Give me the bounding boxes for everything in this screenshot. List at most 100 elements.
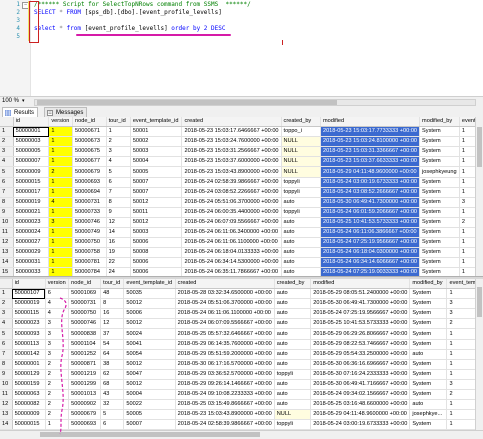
table-cell[interactable]: NULL [274,410,310,420]
table-row[interactable]: 115000002415000074914500032018-05-24 06:… [0,228,483,238]
table-cell[interactable]: System [420,187,460,197]
table-cell[interactable]: auto [281,238,320,248]
table-cell[interactable]: System [420,248,460,258]
table-cell[interactable]: 50000023 [13,217,49,227]
table-row[interactable]: 75000014235000125264500542018-05-29 05:5… [0,349,483,359]
table-cell[interactable]: 50004 [124,390,175,400]
table-cell[interactable]: 32 [101,400,124,410]
table-cell[interactable]: 2018-05-29 03:36:52.5700000 +00:00 [175,369,274,379]
table-cell[interactable]: auto [274,319,310,329]
table-cell[interactable]: 16 [101,309,124,319]
table-cell[interactable]: 50000675 [73,147,107,157]
table-cell[interactable]: 2018-05-24 06:11:06.3400000 +00:00 [182,228,281,238]
table-cell[interactable]: 4 [106,157,130,167]
table-row[interactable]: 55000009335000083837500242018-05-25 05:5… [0,329,483,339]
table-cell[interactable]: System [410,339,447,349]
table-cell[interactable]: 64 [101,349,124,359]
table-cell[interactable]: 2018-05-29 05:51:59.2000000 +00:00 [175,349,274,359]
table-cell[interactable]: 50005 [124,410,175,420]
code-line-4[interactable]: select * from [event_profile_levells] or… [34,25,226,33]
table-cell[interactable]: 1 [49,157,73,167]
table-row[interactable]: 45000002335000074612500122018-05-24 06:0… [0,319,483,329]
column-header[interactable]: created [175,279,274,289]
column-header[interactable]: id [13,117,49,127]
table-cell[interactable]: 50000005 [13,147,49,157]
row-number-header[interactable] [0,117,13,127]
table-cell[interactable]: 50000758 [73,248,107,258]
table-cell[interactable]: 2018-05-30 07:16:24.2333333 +00:00 [311,369,410,379]
table-cell[interactable]: System [410,369,447,379]
table-cell[interactable]: 7 [106,187,130,197]
table-cell[interactable]: auto [274,390,310,400]
table-cell[interactable]: 2018-05-29 09:26:14.1466667 +00:00 [175,379,274,389]
table-cell[interactable]: 50000142 [12,349,45,359]
table-cell[interactable]: 2018-05-25 10:41:53.5733333 +00:00 [320,217,419,227]
table-cell[interactable]: 2018-05-30 06:49:41.7166667 +00:00 [311,379,410,389]
table-cell[interactable]: auto [274,349,310,359]
row-number[interactable]: 10 [0,217,13,227]
table-cell[interactable]: 50012 [124,379,175,389]
column-header[interactable]: event_template_id [130,117,182,127]
table-row[interactable]: 6500000151500006936500072018-05-24 02:58… [0,177,483,187]
table-cell[interactable]: 50001299 [69,379,101,389]
table-cell[interactable]: auto [410,400,447,410]
table-cell[interactable]: System [410,329,447,339]
column-header[interactable]: tour_id [101,279,124,289]
table-cell[interactable]: 1 [49,228,73,238]
table-cell[interactable]: 1 [49,268,73,276]
table-cell[interactable]: 2018-05-24 06:11:06.1100000 +00:00 [182,238,281,248]
table-cell[interactable]: 4 [45,309,68,319]
table-row[interactable]: 105000015925000129968500122018-05-29 09:… [0,379,483,389]
column-header[interactable]: created_by [274,279,310,289]
table-cell[interactable]: 2018-05-29 08:22:53.7466667 +00:00 [311,339,410,349]
table-cell[interactable]: 37 [101,329,124,339]
table-cell[interactable]: 50000001 [13,127,49,137]
table-cell[interactable]: 50001013 [69,390,101,400]
row-number[interactable]: 14 [0,420,12,430]
table-cell[interactable]: System [410,359,447,369]
table-cell[interactable]: System [420,127,460,137]
table-cell[interactable]: 50012 [124,299,175,309]
table-cell[interactable]: 50005 [130,167,182,177]
column-header[interactable]: id [12,279,45,289]
scroll-thumb[interactable] [40,432,260,437]
table-cell[interactable]: 50006 [130,238,182,248]
table-row[interactable]: 3500000051500006753500032018-05-23 15:03… [0,147,483,157]
table-cell[interactable]: 50000015 [12,420,45,430]
table-cell[interactable]: 50000871 [69,359,101,369]
table-cell[interactable]: 2018-05-24 06:01:59.2066667 +00:00 [320,207,419,217]
table-cell[interactable]: 2018-05-24 05:51:06.3700000 +00:00 [175,299,274,309]
table-cell[interactable]: 12 [101,319,124,329]
table-cell[interactable]: 2 [45,369,68,379]
row-number[interactable]: 2 [0,137,13,147]
table-cell[interactable]: 2018-05-23 15:03:17.6466667 +00:00 [182,127,281,137]
table-cell[interactable]: 50000024 [13,228,49,238]
table-cell[interactable]: 2018-05-23 15:03:37.6633333 +00:00 [320,157,419,167]
table-cell[interactable]: System [410,299,447,309]
column-header[interactable]: created_by [281,117,320,127]
table-cell[interactable]: 50000679 [73,167,107,177]
table-cell[interactable]: NULL [281,167,320,177]
table-cell[interactable]: 9 [106,207,130,217]
table-cell[interactable]: System [410,420,447,430]
table-cell[interactable]: 50000009 [13,167,49,177]
table-cell[interactable]: 50000017 [13,187,49,197]
table-cell[interactable]: auto [274,299,310,309]
table-cell[interactable]: 6 [45,289,68,299]
table-cell[interactable]: 50000746 [69,319,101,329]
column-header[interactable]: modified [320,117,419,127]
chevron-down-icon[interactable]: ▾ [22,97,25,106]
table-cell[interactable]: 1 [49,147,73,157]
table-cell[interactable]: 2 [45,379,68,389]
row-number[interactable]: 1 [0,127,13,137]
table-cell[interactable]: 1 [49,127,73,137]
table-cell[interactable]: 50000021 [13,207,49,217]
table-cell[interactable]: 2018-05-24 06:11:06.3866667 +00:00 [320,228,419,238]
row-number[interactable]: 3 [0,147,13,157]
column-header[interactable]: version [45,279,68,289]
table-cell[interactable]: 6 [106,177,130,187]
table-cell[interactable]: 2018-05-29 05:54:33.2500000 +00:00 [311,349,410,359]
row-number[interactable]: 8 [0,359,12,369]
column-header[interactable]: event_template_id [124,279,175,289]
table-cell[interactable]: 2018-05-24 03:00:19.6733333 +00:00 [311,420,410,430]
